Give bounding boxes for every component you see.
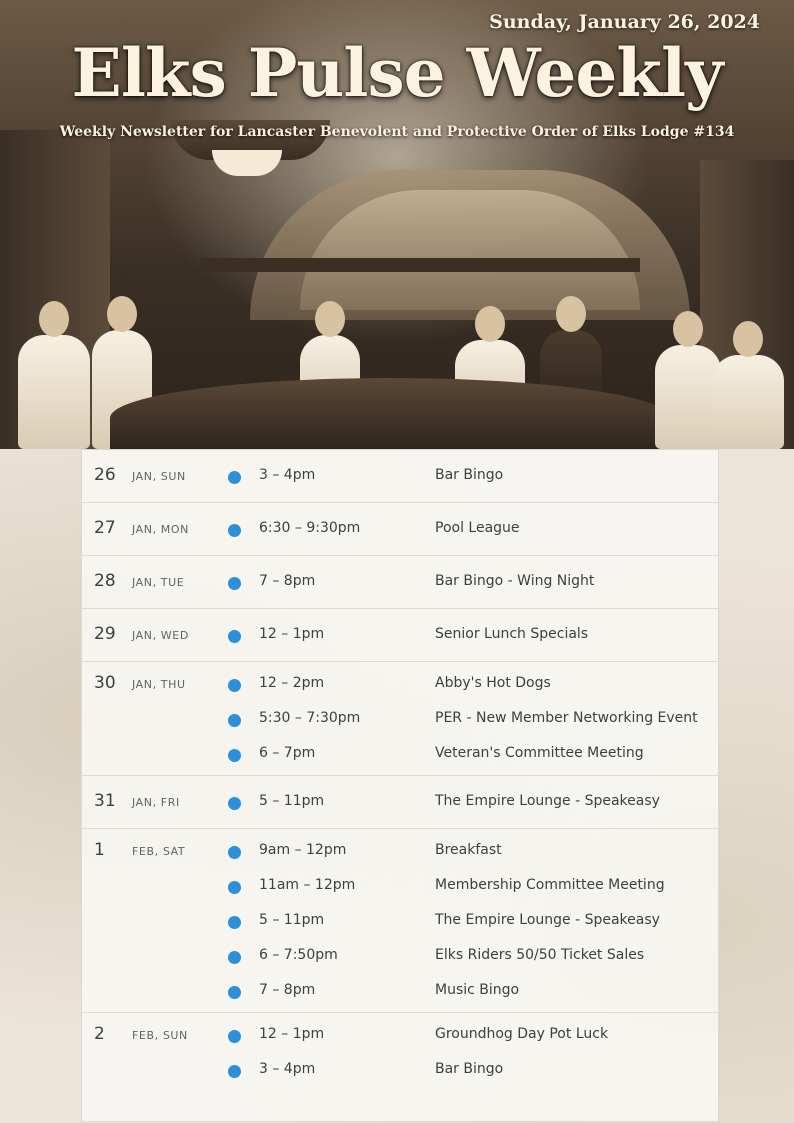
event-time: 5:30 – 7:30pm: [259, 710, 361, 726]
event-dot-icon: [228, 577, 241, 590]
event-title: Breakfast: [435, 842, 502, 858]
event-title: Membership Committee Meeting: [435, 877, 665, 893]
newsletter-date: Sunday, January 26, 2024: [489, 11, 760, 33]
event-dot-icon: [228, 1030, 241, 1043]
header-photo: Sunday, January 26, 2024 Elks Pulse Week…: [0, 0, 794, 449]
event-row[interactable]: 31 JAN, FRI 5 – 11pm The Empire Lounge - Sp…: [82, 780, 718, 824]
event-title: Bar Bingo - Wing Night: [435, 573, 595, 589]
day-number: 29: [94, 624, 116, 644]
event-time: 12 – 2pm: [259, 675, 325, 691]
day-label: JAN, THU: [132, 678, 186, 691]
event-row[interactable]: 28 JAN, TUE 7 – 8pm Bar Bingo - Wing Night: [82, 560, 718, 604]
day-group: 29 JAN, WED 12 – 1pm Senior Lunch Specials: [82, 609, 718, 662]
event-calendar: 26 JAN, SUN 3 – 4pm Bar Bingo 27 JAN, MON 6:30…: [81, 449, 719, 1122]
day-number: 28: [94, 571, 116, 591]
event-row[interactable]: 5 – 11pm The Empire Lounge - Speakeasy: [82, 903, 718, 938]
day-label: JAN, MON: [132, 523, 189, 536]
day-number: 1: [94, 840, 105, 860]
event-row[interactable]: 5:30 – 7:30pm PER - New Member Networking…: [82, 701, 718, 736]
event-title: Pool League: [435, 520, 520, 536]
event-title: Music Bingo: [435, 982, 520, 998]
day-label: JAN, FRI: [132, 796, 180, 809]
event-time: 9am – 12pm: [259, 842, 347, 858]
event-dot-icon: [228, 471, 241, 484]
day-group: 28 JAN, TUE 7 – 8pm Bar Bingo - Wing Night: [82, 556, 718, 609]
event-dot-icon: [228, 986, 241, 999]
event-time: 3 – 4pm: [259, 1061, 316, 1077]
event-time: 7 – 8pm: [259, 573, 316, 589]
event-row[interactable]: 1 FEB, SAT 9am – 12pm Breakfast: [82, 833, 718, 868]
event-time: 12 – 1pm: [259, 626, 325, 642]
day-group: 30 JAN, THU 12 – 2pm Abby's Hot Dogs 5:30 – …: [82, 662, 718, 776]
event-dot-icon: [228, 524, 241, 537]
event-title: The Empire Lounge - Speakeasy: [435, 793, 660, 809]
event-dot-icon: [228, 846, 241, 859]
event-row[interactable]: 2 FEB, SUN 12 – 1pm Groundhog Day Pot Luck: [82, 1017, 718, 1052]
photo-bar-counter: [110, 378, 670, 449]
event-dot-icon: [228, 749, 241, 762]
event-title: Senior Lunch Specials: [435, 626, 589, 642]
day-group: 2 FEB, SUN 12 – 1pm Groundhog Day Pot Luck 3…: [82, 1013, 718, 1091]
event-row[interactable]: 3 – 4pm Bar Bingo: [82, 1052, 718, 1087]
event-dot-icon: [228, 1065, 241, 1078]
event-row[interactable]: 11am – 12pm Membership Committee Meeting: [82, 868, 718, 903]
event-title: The Empire Lounge - Speakeasy: [435, 912, 660, 928]
event-title: Groundhog Day Pot Luck: [435, 1026, 609, 1042]
event-dot-icon: [228, 916, 241, 929]
event-dot-icon: [228, 951, 241, 964]
event-dot-icon: [228, 630, 241, 643]
day-label: FEB, SAT: [132, 845, 186, 858]
day-group: 31 JAN, FRI 5 – 11pm The Empire Lounge - Sp…: [82, 776, 718, 829]
event-row[interactable]: 7 – 8pm Music Bingo: [82, 973, 718, 1008]
day-group: 26 JAN, SUN 3 – 4pm Bar Bingo: [82, 450, 718, 503]
event-row[interactable]: 30 JAN, THU 12 – 2pm Abby's Hot Dogs: [82, 666, 718, 701]
event-dot-icon: [228, 881, 241, 894]
event-time: 6:30 – 9:30pm: [259, 520, 361, 536]
day-label: JAN, SUN: [132, 470, 186, 483]
photo-lamp: [212, 150, 282, 176]
event-time: 5 – 11pm: [259, 793, 325, 809]
photo-person: [712, 321, 784, 449]
event-time: 11am – 12pm: [259, 877, 356, 893]
day-label: JAN, TUE: [132, 576, 185, 589]
event-row[interactable]: 26 JAN, SUN 3 – 4pm Bar Bingo: [82, 454, 718, 498]
day-group: 1 FEB, SAT 9am – 12pm Breakfast 11am – 12pm M…: [82, 829, 718, 1013]
event-row[interactable]: 6 – 7:50pm Elks Riders 50/50 Ticket Sales: [82, 938, 718, 973]
event-row[interactable]: 27 JAN, MON 6:30 – 9:30pm Pool League: [82, 507, 718, 551]
event-title: Bar Bingo: [435, 467, 504, 483]
event-title: Abby's Hot Dogs: [435, 675, 551, 691]
day-number: 2: [94, 1024, 105, 1044]
event-time: 5 – 11pm: [259, 912, 325, 928]
day-number: 27: [94, 518, 116, 538]
event-time: 3 – 4pm: [259, 467, 316, 483]
event-time: 6 – 7pm: [259, 745, 316, 761]
event-time: 7 – 8pm: [259, 982, 316, 998]
photo-person: [18, 301, 90, 449]
event-row[interactable]: 6 – 7pm Veteran's Committee Meeting: [82, 736, 718, 771]
day-label: JAN, WED: [132, 629, 189, 642]
event-title: Bar Bingo: [435, 1061, 504, 1077]
event-dot-icon: [228, 797, 241, 810]
day-label: FEB, SUN: [132, 1029, 188, 1042]
photo-shelf: [200, 258, 640, 272]
event-dot-icon: [228, 679, 241, 692]
newsletter-title: Elks Pulse Weekly: [71, 34, 724, 112]
event-row[interactable]: 29 JAN, WED 12 – 1pm Senior Lunch Specials: [82, 613, 718, 657]
event-time: 6 – 7:50pm: [259, 947, 338, 963]
newsletter-subtitle: Weekly Newsletter for Lancaster Benevole…: [59, 124, 735, 140]
event-title: Veteran's Committee Meeting: [435, 745, 644, 761]
event-dot-icon: [228, 714, 241, 727]
event-time: 12 – 1pm: [259, 1026, 325, 1042]
day-number: 31: [94, 791, 116, 811]
event-title: PER - New Member Networking Event: [435, 710, 698, 726]
day-group: 27 JAN, MON 6:30 – 9:30pm Pool League: [82, 503, 718, 556]
event-title: Elks Riders 50/50 Ticket Sales: [435, 947, 645, 963]
day-number: 30: [94, 673, 116, 693]
day-number: 26: [94, 465, 116, 485]
